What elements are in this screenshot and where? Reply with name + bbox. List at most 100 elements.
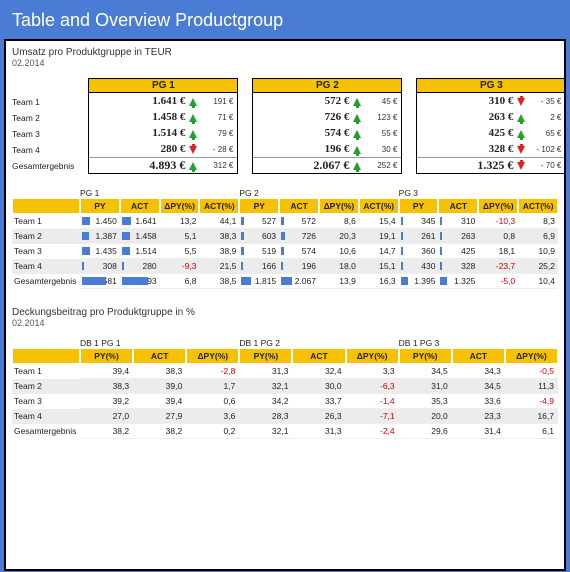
col-header: ΔPY(%): [346, 348, 399, 364]
row-label: Team 4: [12, 409, 80, 424]
table-cell: 34,3: [452, 364, 505, 379]
col-header: ACT: [279, 198, 319, 214]
table-cell: 28,3: [239, 409, 292, 424]
row-label: Team 3: [12, 126, 74, 142]
arrow-up-icon: [351, 161, 363, 171]
col-header: PY(%): [80, 348, 133, 364]
arrow-up-icon: [187, 112, 199, 122]
table-cell: 25,2: [518, 259, 558, 274]
box-delta: 55 €: [363, 129, 397, 138]
box-delta: 30 €: [363, 145, 397, 154]
box-value: 1.514 €: [93, 127, 187, 139]
table-cell: 261: [399, 229, 439, 244]
row-label: Team 3: [12, 394, 80, 409]
pg-box: PG 2572 €45 €726 €123 €574 €55 €196 €30 …: [252, 78, 402, 174]
table-cell: 10,9: [518, 244, 558, 259]
table-cell: 345: [399, 214, 439, 229]
table-cell: 1.325: [438, 274, 478, 289]
table-cell: 13,9: [319, 274, 359, 289]
table-cell: 4.893: [120, 274, 160, 289]
group-header: DB 1 PG 2: [239, 338, 398, 348]
table-cell: 10,6: [319, 244, 359, 259]
col-header: PY(%): [399, 348, 452, 364]
col-header: ΔPY(%): [186, 348, 239, 364]
row-label: Team 2: [12, 229, 80, 244]
table-cell: 1.815: [239, 274, 279, 289]
table-cell: 33,6: [452, 394, 505, 409]
table-cell: 527: [239, 214, 279, 229]
pg-box-row: 280 €- 28 €: [89, 141, 237, 157]
table-cell: 308: [80, 259, 120, 274]
box-value: 1.458 €: [93, 111, 187, 123]
group-header: PG 2: [239, 188, 398, 198]
table-cell: 5,1: [160, 229, 200, 244]
table-db: DB 1 PG 1DB 1 PG 2DB 1 PG 3PY(%)ACTΔPY(%…: [12, 338, 558, 439]
box-delta: 2 €: [527, 113, 561, 122]
pg-box: PG 11.641 €191 €1.458 €71 €1.514 €79 €28…: [88, 78, 238, 174]
table-cell: 31,3: [239, 364, 292, 379]
arrow-up-icon: [351, 144, 363, 154]
col-header: ACT: [133, 348, 186, 364]
arrow-up-icon: [515, 128, 527, 138]
table-cell: 4.581: [80, 274, 120, 289]
row-label: Gesamtergebnis: [12, 158, 74, 174]
table-cell: 10,4: [518, 274, 558, 289]
table-cell: 16,3: [359, 274, 399, 289]
table-cell: 310: [438, 214, 478, 229]
table-cell: 15,4: [359, 214, 399, 229]
group-header: DB 1 PG 1: [80, 338, 239, 348]
table-cell: 29,6: [399, 424, 452, 439]
arrow-up-icon: [351, 96, 363, 106]
box-delta: - 102 €: [527, 145, 561, 154]
arrow-up-icon: [351, 112, 363, 122]
table-cell: -5,0: [478, 274, 518, 289]
table-cell: 38,3: [80, 379, 133, 394]
table-cell: -0,5: [505, 364, 558, 379]
row-label: Gesamtergebnis: [12, 274, 80, 289]
box-delta: 71 €: [199, 113, 233, 122]
box-value: 574 €: [257, 127, 351, 139]
table-cell: 0,8: [478, 229, 518, 244]
table-cell: -7,1: [346, 409, 399, 424]
col-header: ACT: [292, 348, 345, 364]
table-cell: 38,9: [199, 244, 239, 259]
section1-date: 02.2014: [12, 58, 558, 68]
table-cell: 27,9: [133, 409, 186, 424]
table-cell: 2.067: [279, 274, 319, 289]
col-header: ACT(%): [199, 198, 239, 214]
arrow-down-icon: [515, 144, 527, 154]
table-cell: 1.641: [120, 214, 160, 229]
table-cell: 20,0: [399, 409, 452, 424]
row-label: Gesamtergebnis: [12, 424, 80, 439]
col-header: PY: [399, 198, 439, 214]
table-cell: 34,5: [452, 379, 505, 394]
pg-box-row: 1.514 € 79 €: [89, 125, 237, 141]
table-cell: 572: [279, 214, 319, 229]
box-value: 2.067 €: [257, 158, 351, 173]
col-header: ACT(%): [359, 198, 399, 214]
table-cell: 425: [438, 244, 478, 259]
table-umsatz-detail: PG 1PG 2PG 3PYACTΔPY(%)ACT(%)PYACTΔPY(%)…: [12, 188, 558, 289]
table-cell: 1.450: [80, 214, 120, 229]
box-delta: 312 €: [199, 161, 233, 170]
pg-box: PG 3310 €- 35 €263 €2 €425 €65 €328 €- 1…: [416, 78, 566, 174]
box-value: 1.325 €: [421, 158, 515, 173]
arrow-up-icon: [187, 128, 199, 138]
col-header: PY(%): [239, 348, 292, 364]
table-cell: 328: [438, 259, 478, 274]
table-cell: 726: [279, 229, 319, 244]
table-cell: 32,1: [239, 379, 292, 394]
table-cell: -6,3: [346, 379, 399, 394]
arrow-up-icon: [187, 161, 199, 171]
table-cell: 35,3: [399, 394, 452, 409]
table-cell: 27,0: [80, 409, 133, 424]
table-cell: -1,4: [346, 394, 399, 409]
table-cell: 430: [399, 259, 439, 274]
table-cell: 11,3: [505, 379, 558, 394]
box-delta: - 28 €: [199, 145, 233, 154]
row-labels-col: Team 1 Team 2 Team 3 Team 4 Gesamtergebn…: [12, 78, 74, 174]
box-value: 310 €: [421, 95, 515, 107]
table-cell: 6,1: [505, 424, 558, 439]
box-delta: 79 €: [199, 129, 233, 138]
row-label: Team 4: [12, 259, 80, 274]
